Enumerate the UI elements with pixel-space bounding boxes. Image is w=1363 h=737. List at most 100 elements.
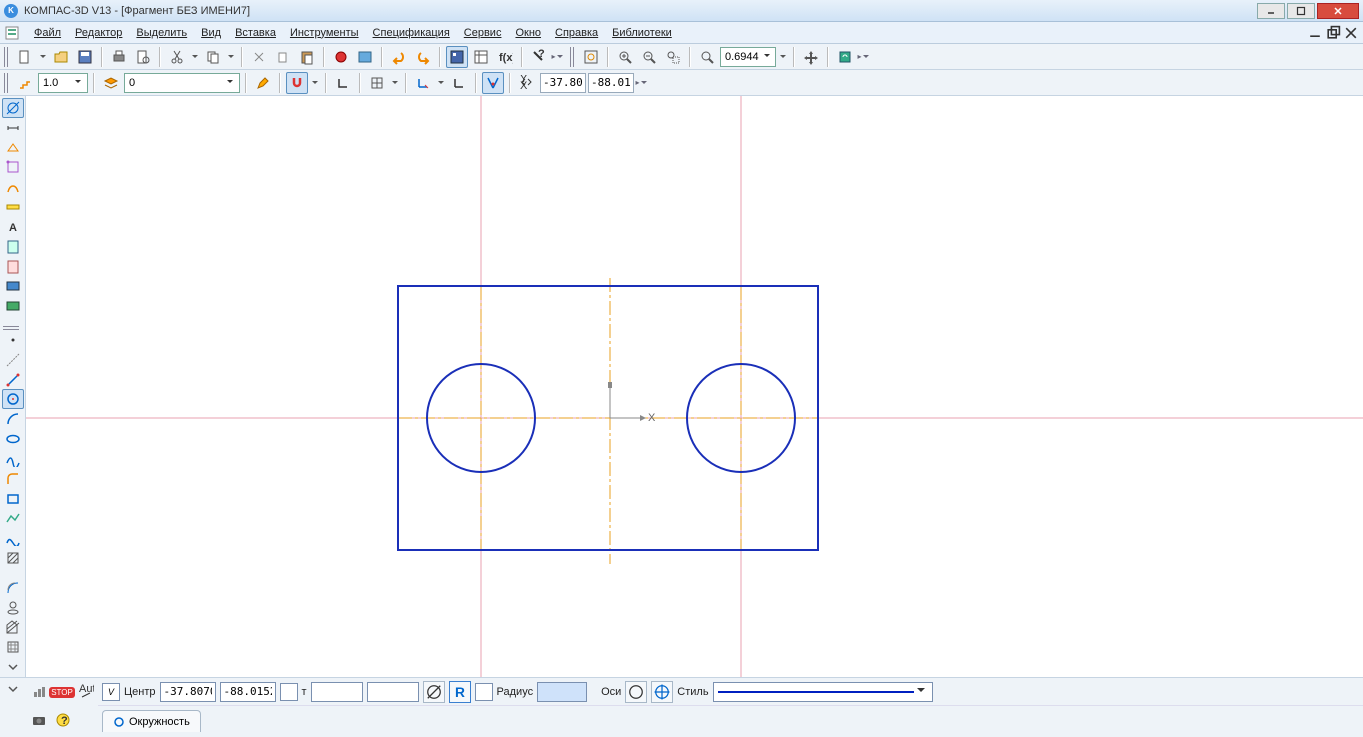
dropdown-extra[interactable] [2,657,24,677]
mdi-close[interactable] [1343,26,1359,40]
coord-x-input[interactable] [540,73,586,93]
menu-select[interactable]: Выделить [130,25,193,41]
step-combo[interactable]: 1.0 [38,73,88,93]
point-tool[interactable] [2,330,24,350]
project-tool[interactable] [2,598,24,618]
layer-combo[interactable]: 0 [124,73,240,93]
copy-button[interactable] [202,46,224,68]
report-tab[interactable] [2,257,24,277]
dimensions-tab[interactable] [2,118,24,138]
copy2-button[interactable] [272,46,294,68]
edit-style-button[interactable] [252,72,274,94]
symbols-tab[interactable] [2,138,24,158]
arc-tool[interactable] [2,409,24,429]
new-button[interactable] [14,46,36,68]
center-x-input[interactable] [160,682,216,702]
appmenu-icon[interactable] [4,25,20,41]
menu-view[interactable]: Вид [195,25,227,41]
geometry-tab[interactable] [2,98,24,118]
new-dropdown[interactable] [38,46,48,68]
zoom-in-button[interactable] [614,46,636,68]
menu-service[interactable]: Сервис [458,25,508,41]
center-y-input[interactable] [220,682,276,702]
insert-tab[interactable] [2,296,24,316]
save-button[interactable] [74,46,96,68]
measure-tab[interactable] [2,197,24,217]
snap-dropdown[interactable] [310,72,320,94]
circle-tool[interactable] [2,389,24,409]
paste-button[interactable] [296,46,318,68]
spec-tab[interactable] [2,237,24,257]
properties-button[interactable] [330,46,352,68]
bezier-tool[interactable] [2,528,24,548]
menu-edit[interactable]: Редактор [69,25,128,41]
cut-dropdown[interactable] [190,46,200,68]
drawing-canvas[interactable]: X [26,96,1363,677]
menu-file[interactable]: Файл [28,25,67,41]
axes-off[interactable] [625,681,647,703]
fx-button[interactable]: f(x) [494,46,516,68]
radius-lock[interactable] [475,683,493,701]
menu-window[interactable]: Окно [509,25,547,41]
zoom-dropdown[interactable] [778,46,788,68]
refresh-button[interactable] [834,46,856,68]
line-aux-tool[interactable] [2,350,24,370]
create-obj-button[interactable] [28,681,49,703]
zoom-window-button[interactable] [662,46,684,68]
toolbar-overflow[interactable] [858,46,868,68]
t1-input[interactable] [311,682,363,702]
param-tab[interactable] [2,177,24,197]
spline-tool[interactable] [2,449,24,469]
polyline-tool[interactable] [2,508,24,528]
round-button[interactable] [482,72,504,94]
fillet-tool[interactable] [2,469,24,489]
coord-y-input[interactable] [588,73,634,93]
zoom-combo[interactable]: 0.6944 [720,47,776,67]
t-lock[interactable] [280,683,298,701]
ortho-button[interactable] [332,72,354,94]
grip[interactable] [4,73,9,93]
insert-frag-button[interactable] [354,46,376,68]
local-cs-button[interactable] [412,72,434,94]
layer-icon[interactable] [100,72,122,94]
mdi-restore[interactable] [1325,26,1341,40]
style-combo[interactable] [713,682,933,702]
cut2-button[interactable] [248,46,270,68]
help-button[interactable]: ? [528,46,550,68]
info-button[interactable]: ? [52,709,74,731]
toolbar-overflow[interactable] [636,72,646,94]
menu-tools[interactable]: Инструменты [284,25,365,41]
grip[interactable] [4,47,9,67]
hatch2-tool[interactable] [2,617,24,637]
cut-button[interactable] [166,46,188,68]
equidistant-tool[interactable] [2,578,24,598]
pan-button[interactable] [800,46,822,68]
open-button[interactable] [50,46,72,68]
snap-step-button[interactable] [14,72,36,94]
print-button[interactable] [108,46,130,68]
menu-insert[interactable]: Вставка [229,25,282,41]
views-tab[interactable] [2,276,24,296]
close-button[interactable] [1317,3,1359,19]
variables-button[interactable] [470,46,492,68]
toolbar-overflow[interactable] [552,46,562,68]
redo-button[interactable] [412,46,434,68]
rect-tool[interactable] [2,489,24,509]
auto-button[interactable]: Auto [75,681,96,703]
local-cs-dropdown[interactable] [436,72,446,94]
fill-tool[interactable] [2,637,24,657]
snap-toggle-button[interactable] [286,72,308,94]
toggle-panel[interactable] [2,680,24,698]
axes-on[interactable] [651,681,673,703]
menu-spec[interactable]: Спецификация [367,25,456,41]
ellipse-tool[interactable] [2,429,24,449]
camera-button[interactable] [28,709,50,731]
t2-input[interactable] [367,682,419,702]
radius-toggle[interactable]: R [449,681,471,703]
zoom-fit-button[interactable] [580,46,602,68]
hatch-tool[interactable] [2,548,24,568]
zoom-out-button[interactable] [638,46,660,68]
line-tool[interactable] [2,370,24,390]
library-mgr-button[interactable] [446,46,468,68]
grip[interactable] [570,47,575,67]
